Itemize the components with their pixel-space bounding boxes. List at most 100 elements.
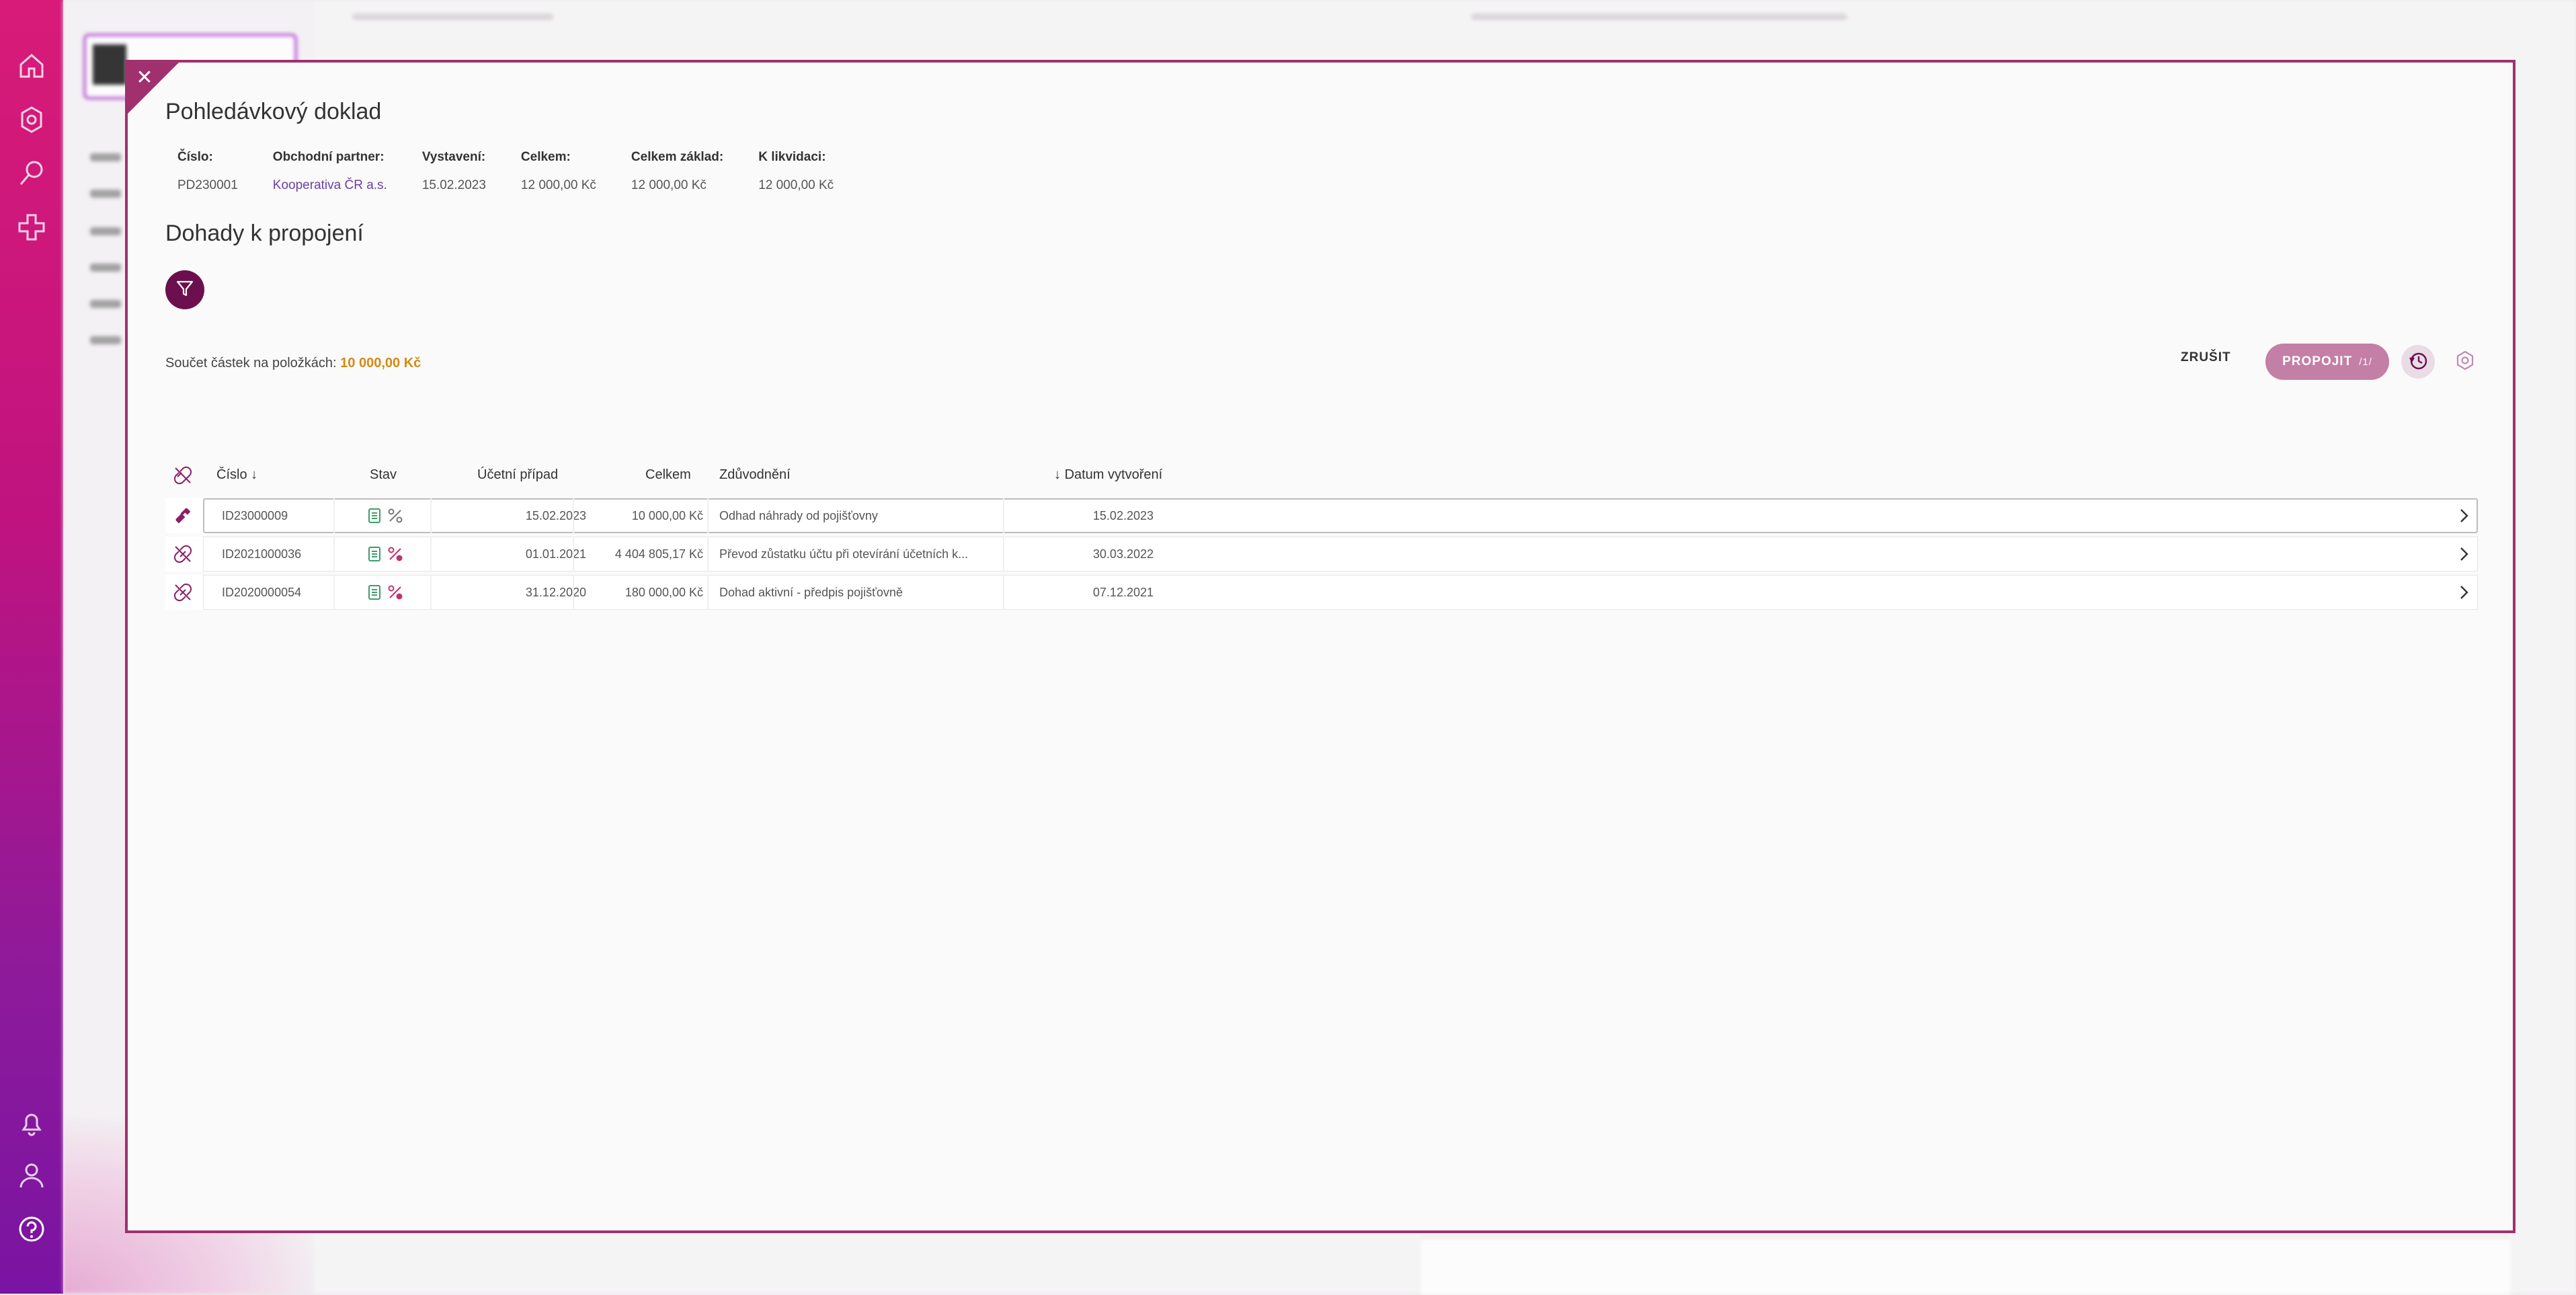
table-row[interactable]: ID2021000036 01.01.2021 4 404 805,17 Kč … xyxy=(165,537,2478,572)
row-zduvodneni: Odhad náhrady od pojišťovny xyxy=(719,509,878,522)
column-header-zduvodneni[interactable]: Zdůvodnění xyxy=(719,467,791,483)
user-icon[interactable] xyxy=(15,1159,48,1191)
info-label: Celkem základ: xyxy=(631,150,724,164)
column-separator xyxy=(707,537,709,572)
row-datum: 30.03.2022 xyxy=(1092,547,1154,561)
info-label: Číslo: xyxy=(177,150,213,164)
column-separator xyxy=(333,537,335,572)
info-label: Obchodní partner: xyxy=(272,150,385,164)
settings-icon[interactable] xyxy=(15,104,48,136)
background-sidebar-item xyxy=(90,300,121,308)
unlink-all-icon[interactable] xyxy=(173,466,192,485)
percent-icon xyxy=(387,584,403,600)
info-label: K likvidaci: xyxy=(758,150,826,164)
document-status-icon xyxy=(367,584,383,600)
column-separator xyxy=(573,537,574,572)
column-header-label: Číslo xyxy=(216,467,247,482)
row-datum: 07.12.2021 xyxy=(1092,586,1154,599)
history-button[interactable] xyxy=(2401,345,2435,379)
filter-icon xyxy=(175,278,195,302)
info-value: 12 000,00 Kč xyxy=(520,178,596,192)
percent-icon xyxy=(387,508,403,524)
row-ucetni-pripad: 31.12.2020 xyxy=(525,586,586,599)
column-header-stav[interactable]: Stav xyxy=(370,467,397,483)
column-separator xyxy=(1003,498,1004,533)
row-datum: 15.02.2023 xyxy=(1092,509,1154,522)
column-header-ucetni-pripad[interactable]: Účetní případ xyxy=(477,467,558,483)
column-separator xyxy=(707,575,709,610)
table-header: Číslo ↓ Stav Účetní případ Celkem Zdůvod… xyxy=(165,459,2478,493)
info-value: 15.02.2023 xyxy=(421,178,486,192)
close-button[interactable]: ✕ xyxy=(133,67,156,89)
column-separator xyxy=(333,498,335,533)
table-row[interactable]: ID2020000054 31.12.2020 180 000,00 Kč Do… xyxy=(165,575,2478,610)
settings-button[interactable] xyxy=(2451,348,2479,376)
row-celkem: 4 404 805,17 Kč xyxy=(614,547,703,561)
column-separator xyxy=(430,575,432,610)
search-icon[interactable] xyxy=(15,157,48,190)
info-value: PD230001 xyxy=(177,178,238,192)
info-total: Celkem: 12 000,00 Kč xyxy=(521,150,596,193)
chevron-right-icon[interactable] xyxy=(2455,584,2472,601)
background-sidebar-item xyxy=(90,264,121,272)
info-label: Celkem: xyxy=(520,150,571,164)
sum-summary: Součet částek na položkách: 10 000,00 Kč xyxy=(165,356,421,371)
column-separator xyxy=(573,498,574,533)
help-icon[interactable] xyxy=(15,1213,48,1245)
column-header-celkem[interactable]: Celkem xyxy=(645,467,691,483)
background-sidebar-item xyxy=(90,190,121,198)
chevron-right-icon[interactable] xyxy=(2455,545,2472,563)
column-separator xyxy=(333,575,335,610)
background-logo-mark xyxy=(93,44,126,85)
column-separator xyxy=(430,498,432,533)
row-ucetni-pripad: 15.02.2023 xyxy=(525,509,586,522)
column-header-datum[interactable]: ↓ Datum vytvoření xyxy=(1054,467,1162,483)
info-value: 12 000,00 Kč xyxy=(631,178,707,192)
document-status-icon xyxy=(367,508,383,524)
partner-link[interactable]: Kooperativa ČR a.s. xyxy=(273,178,387,193)
info-partner: Obchodní partner: Kooperativa ČR a.s. xyxy=(273,150,387,193)
column-separator xyxy=(430,537,432,572)
row-cislo: ID23000009 xyxy=(222,509,288,522)
background-breadcrumb xyxy=(1471,13,1847,20)
table-row[interactable]: ID23000009 15.02.2023 10 000,00 Kč Odhad… xyxy=(165,498,2478,533)
link-button-label: PROPOJIT xyxy=(2282,354,2353,368)
sum-label: Součet částek na položkách: xyxy=(165,356,337,370)
link-button[interactable]: PROPOJIT /1/ xyxy=(2265,344,2389,380)
column-separator xyxy=(1003,575,1004,610)
bell-icon[interactable] xyxy=(15,1107,48,1139)
add-icon[interactable] xyxy=(15,211,48,243)
row-cislo: ID2021000036 xyxy=(222,547,302,561)
percent-icon xyxy=(387,546,403,562)
column-header-cislo[interactable]: Číslo ↓ xyxy=(216,467,257,483)
section-title: Dohady k propojení xyxy=(165,221,364,246)
background-items-table xyxy=(1421,1237,2510,1295)
info-total-base: Celkem základ: 12 000,00 Kč xyxy=(631,150,723,193)
filter-button[interactable] xyxy=(165,270,204,309)
unlink-icon[interactable] xyxy=(173,583,192,602)
clock-icon xyxy=(2407,350,2429,375)
document-info: Číslo: PD230001 Obchodní partner: Kooper… xyxy=(177,150,869,193)
home-icon[interactable] xyxy=(15,50,48,82)
column-header-label: Datum vytvoření xyxy=(1064,467,1163,482)
background-sidebar-item xyxy=(90,227,121,235)
row-zduvodneni: Převod zůstatku účtu při otevírání účetn… xyxy=(719,547,969,561)
app-rail xyxy=(0,0,63,1294)
unlink-icon[interactable] xyxy=(173,545,192,563)
background-sidebar-item xyxy=(90,153,121,161)
info-issued: Vystavení: 15.02.2023 xyxy=(422,150,486,193)
column-separator xyxy=(707,498,709,533)
info-label: Vystavení: xyxy=(421,150,486,164)
link-count: /1/ xyxy=(2359,356,2372,368)
sum-value: 10 000,00 Kč xyxy=(340,356,421,370)
column-separator xyxy=(1003,537,1004,572)
info-value: 12 000,00 Kč xyxy=(758,178,834,192)
background-breadcrumb xyxy=(352,13,554,20)
link-icon[interactable] xyxy=(173,506,192,525)
info-to-settle: K likvidaci: 12 000,00 Kč xyxy=(758,150,834,193)
info-number: Číslo: PD230001 xyxy=(177,150,238,193)
cancel-button[interactable]: ZRUŠIT xyxy=(2181,350,2231,365)
document-status-icon xyxy=(367,546,383,562)
row-ucetni-pripad: 01.01.2021 xyxy=(525,547,586,561)
chevron-right-icon[interactable] xyxy=(2455,507,2472,524)
